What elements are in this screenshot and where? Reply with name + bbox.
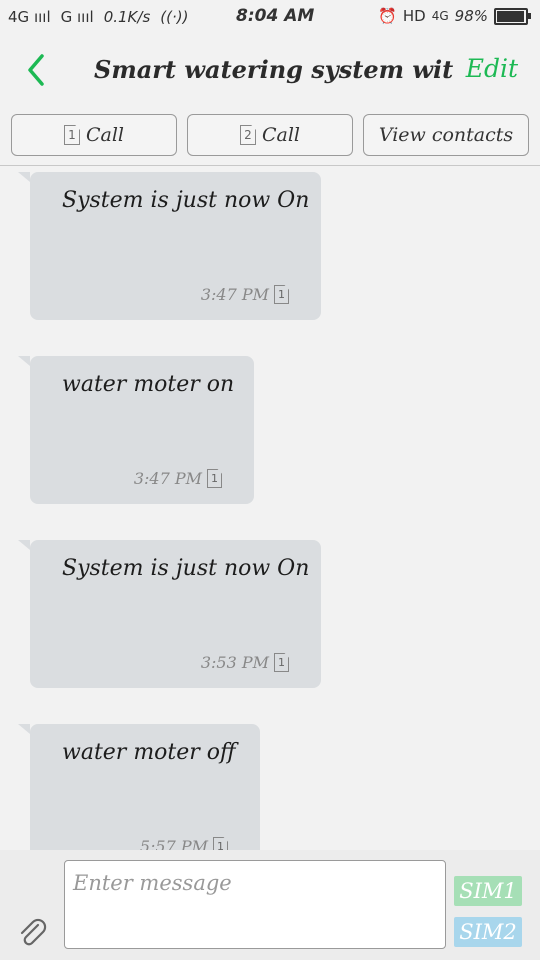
network-3-label: 4G [431, 9, 449, 23]
sim-card-icon: 1 [274, 285, 289, 304]
message-bubble[interactable]: water moter on 3:47 PM 1 [18, 356, 254, 504]
network-2: G ıııl [61, 8, 94, 26]
call-sim1-label: Call [85, 124, 125, 146]
battery-percent: 98% [454, 7, 488, 25]
network-2-label: G [60, 8, 73, 26]
paperclip-icon [20, 918, 47, 946]
action-row: 1 Call 2 Call View contacts [0, 106, 540, 166]
message-time: 3:47 PM [133, 469, 202, 488]
message-text: System is just now On [62, 556, 310, 581]
message-input[interactable]: Enter message [64, 860, 446, 949]
edit-button[interactable]: Edit [466, 54, 518, 83]
message-composer: Enter message SIM1 SIM2 [0, 850, 540, 960]
sim-card-icon: 1 [63, 125, 80, 145]
message-meta: 5:57 PM 1 [140, 837, 228, 850]
message-bubble[interactable]: System is just now On 3:53 PM 1 [18, 540, 321, 688]
data-speed: 0.1K/s [103, 8, 151, 26]
message-time: 3:53 PM [200, 653, 269, 672]
status-bar-right: ⏰ HD 4G 98% [378, 7, 531, 25]
call-sim1-button[interactable]: 1 Call [11, 114, 177, 156]
message-meta: 3:53 PM 1 [201, 653, 289, 672]
attach-button[interactable] [16, 916, 50, 950]
message-text: System is just now On [62, 188, 310, 213]
message-bubble[interactable]: System is just now On 3:47 PM 1 [18, 172, 321, 320]
alarm-icon: ⏰ [378, 7, 397, 25]
conversation-title: Smart watering system with G... [94, 55, 454, 84]
message-time: 5:57 PM [139, 837, 208, 850]
network-1-label: 4G [8, 8, 30, 26]
sim-card-icon: 1 [213, 837, 228, 850]
hotspot-icon: ((·)) [160, 8, 189, 26]
message-text: water moter on [62, 372, 235, 397]
signal-icon: ıııl [72, 8, 94, 26]
clock: 8:04 AM [236, 6, 315, 26]
send-sim2-button[interactable]: SIM2 [454, 917, 522, 947]
network-1: 4G ıııl [8, 8, 51, 26]
hd-label: HD [402, 7, 426, 25]
call-sim2-label: Call [261, 124, 301, 146]
view-contacts-button[interactable]: View contacts [363, 114, 529, 156]
sim-card-icon: 2 [239, 125, 256, 145]
chevron-left-icon [28, 54, 44, 86]
status-bar-left: 4G ıııl G ıııl 0.1K/s ((·)) [8, 8, 188, 26]
message-meta: 3:47 PM 1 [134, 469, 222, 488]
message-text: water moter off [62, 740, 236, 765]
battery-icon [494, 7, 531, 25]
message-bubble[interactable]: water moter off 5:57 PM 1 [18, 724, 260, 850]
message-meta: 3:47 PM 1 [201, 285, 289, 304]
back-button[interactable] [22, 50, 52, 90]
signal-icon: ıııl [29, 8, 51, 26]
message-time: 3:47 PM [200, 285, 269, 304]
message-thread[interactable]: System is just now On 3:47 PM 1 water mo… [0, 166, 540, 850]
sim-card-icon: 1 [274, 653, 289, 672]
status-bar: 4G ıııl G ıııl 0.1K/s ((·)) 8:04 AM ⏰ HD… [0, 0, 540, 34]
call-sim2-button[interactable]: 2 Call [187, 114, 353, 156]
conversation-header: Smart watering system with G... Edit [0, 34, 540, 107]
send-sim1-button[interactable]: SIM1 [454, 876, 522, 906]
sim-card-icon: 1 [207, 469, 222, 488]
